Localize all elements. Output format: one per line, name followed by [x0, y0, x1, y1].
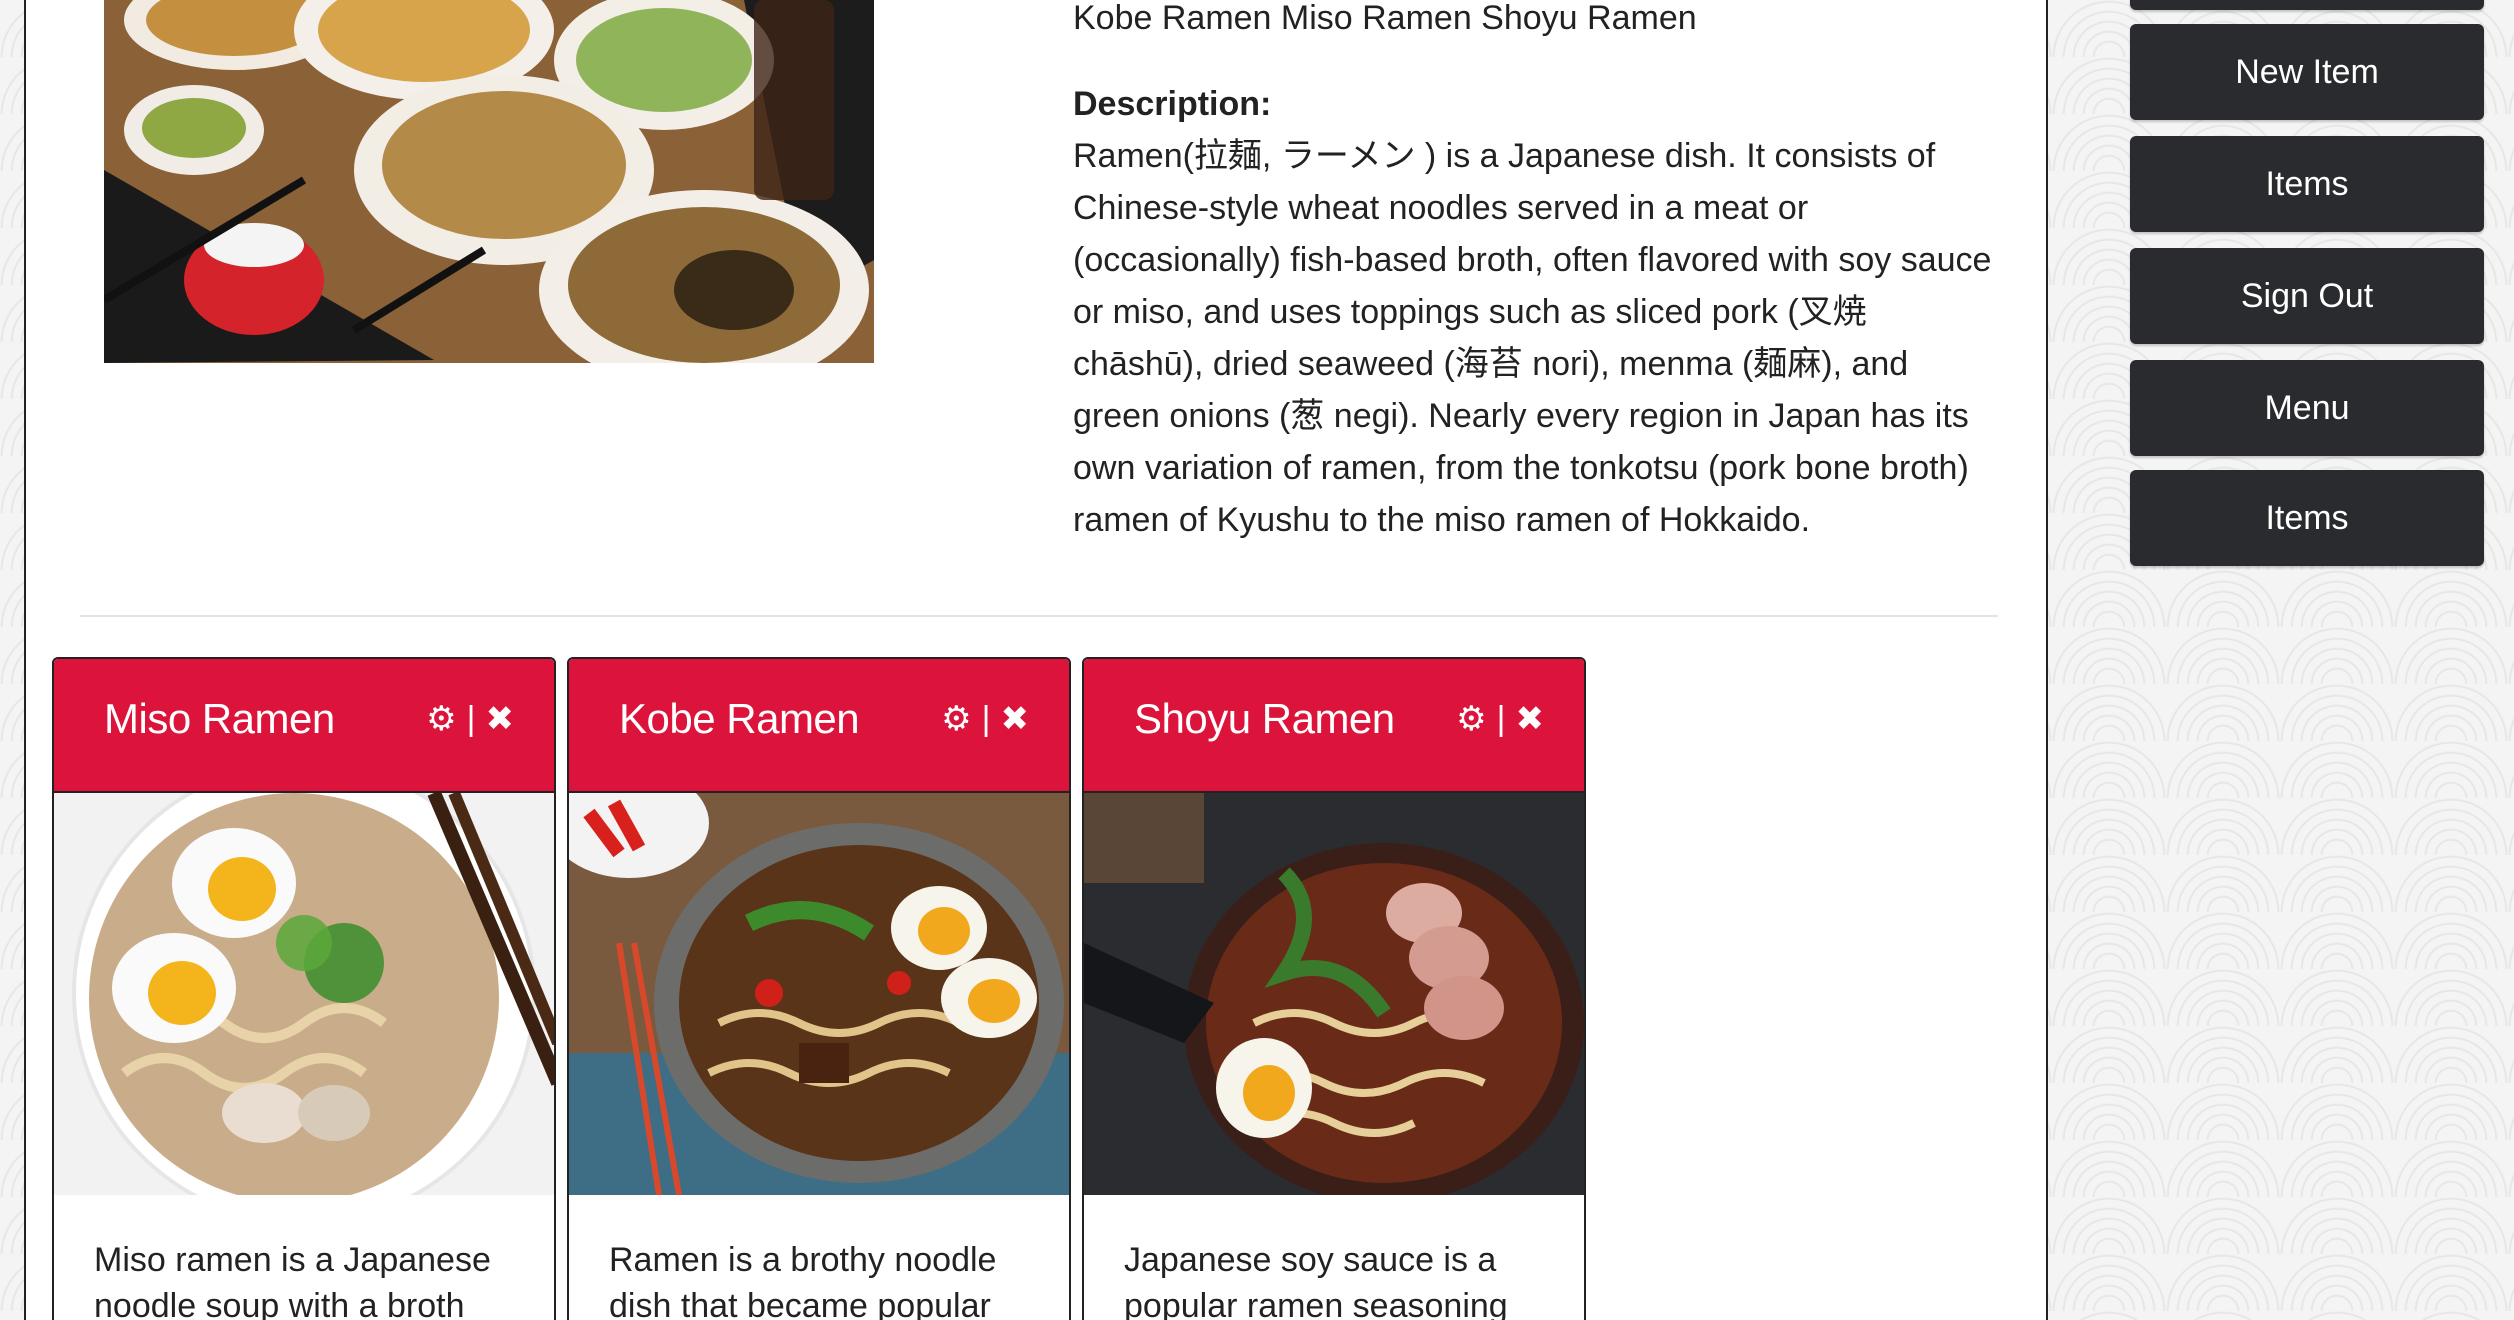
card-header: Shoyu Ramen ⚙ | ✖: [1084, 659, 1584, 793]
card-actions: ⚙ | ✖: [1456, 697, 1544, 741]
card-text: Ramen is a brothy noodle dish that becam…: [609, 1241, 997, 1320]
card-shoyu-ramen: Shoyu Ramen ⚙ | ✖ Japanese soy sauce is …: [1082, 657, 1586, 1320]
ramen-table-photo: [104, 0, 874, 363]
description-label: Description:: [1073, 85, 1272, 123]
new-item-button[interactable]: New Item: [2130, 24, 2484, 120]
sign-out-button[interactable]: Sign Out: [2130, 248, 2484, 344]
close-icon[interactable]: ✖: [486, 697, 515, 741]
gear-icon[interactable]: ⚙: [426, 697, 456, 741]
action-separator: |: [1496, 700, 1506, 738]
gear-icon[interactable]: ⚙: [941, 697, 971, 741]
close-icon[interactable]: ✖: [1516, 697, 1545, 741]
description-text: Ramen(拉麺, ラーメン ) is a Japanese dish. It …: [1073, 137, 1992, 539]
card-actions: ⚙ | ✖: [426, 697, 514, 741]
card-header: Miso Ramen ⚙ | ✖: [54, 659, 554, 793]
card-text: Miso ramen is a Japanese noodle soup wit…: [94, 1241, 491, 1320]
shoyu-ramen-photo: [1084, 793, 1584, 1195]
item-names: Kobe Ramen Miso Ramen Shoyu Ramen: [1073, 0, 1697, 37]
items-button-2[interactable]: Items: [2130, 470, 2484, 566]
card-text: Japanese soy sauce is a popular ramen se…: [1124, 1241, 1508, 1320]
kobe-ramen-photo: [569, 793, 1069, 1195]
gear-icon[interactable]: ⚙: [1456, 697, 1486, 741]
menu-button[interactable]: Menu: [2130, 360, 2484, 456]
section-divider: [80, 615, 1998, 617]
card-title: Kobe Ramen: [619, 695, 860, 742]
action-separator: |: [981, 700, 991, 738]
miso-ramen-photo: [54, 793, 554, 1195]
card-header: Kobe Ramen ⚙ | ✖: [569, 659, 1069, 793]
card-title: Shoyu Ramen: [1134, 695, 1395, 742]
card-title: Miso Ramen: [104, 695, 335, 742]
card-actions: ⚙ | ✖: [941, 697, 1029, 741]
action-separator: |: [466, 700, 476, 738]
close-icon[interactable]: ✖: [1001, 697, 1030, 741]
card-miso-ramen: Miso Ramen ⚙ | ✖ Miso ramen is a Japanes…: [52, 657, 556, 1320]
sidebar-top-button[interactable]: [2130, 0, 2484, 10]
main-panel: Kobe Ramen Miso Ramen Shoyu Ramen Descri…: [24, 0, 2048, 1320]
items-button[interactable]: Items: [2130, 136, 2484, 232]
card-kobe-ramen: Kobe Ramen ⚙ | ✖ Ramen is a brothy noodl…: [567, 657, 1071, 1320]
